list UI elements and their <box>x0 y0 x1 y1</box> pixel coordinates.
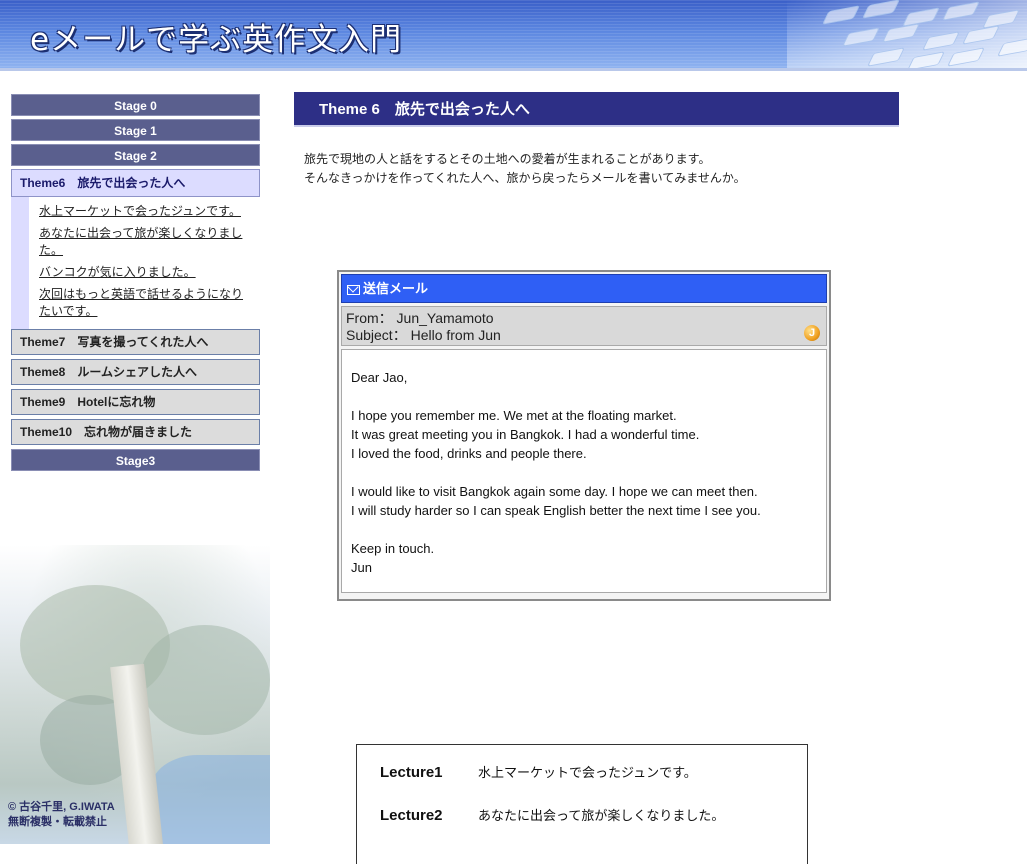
email-line: I loved the food, drinks and people ther… <box>351 446 587 461</box>
email-line: I will study harder so I can speak Engli… <box>351 503 761 518</box>
email-line: I hope you remember me. We met at the fl… <box>351 408 677 423</box>
keyboard-decoration <box>787 0 1027 68</box>
nav-theme-7[interactable]: Theme7 写真を撮ってくれた人へ <box>11 329 260 355</box>
email-greeting: Dear Jao, <box>351 370 408 385</box>
sent-email-window: 送信メール From： Jun_Yamamoto Subject： Hello … <box>337 270 831 601</box>
nav-stage-1[interactable]: Stage 1 <box>11 119 260 141</box>
site-title[interactable]: eメールで学ぶ英作文入門 <box>30 14 402 59</box>
nav-stage-0[interactable]: Stage 0 <box>11 94 260 116</box>
nav-lecture-2[interactable]: あなたに出会って旅が楽しくなりました。 <box>39 225 252 259</box>
nav-lecture-4[interactable]: 次回はもっと英語で話せるようになりたいです。 <box>39 286 252 320</box>
lecture-index-box: Lecture1 水上マーケットで会ったジュンです。 Lecture2 あなたに出会… <box>356 744 808 864</box>
email-subject: Subject： Hello from Jun <box>346 327 501 343</box>
sender-avatar-icon: J <box>804 325 820 341</box>
nav-lecture-1[interactable]: 水上マーケットで会ったジュンです。 <box>39 203 252 220</box>
theme-6-lecture-list: 水上マーケットで会ったジュンです。 あなたに出会って旅が楽しくなりました。 バン… <box>11 197 260 329</box>
lecture-label: Lecture1 <box>380 764 443 781</box>
nav-theme-8[interactable]: Theme8 ルームシェアした人へ <box>11 359 260 385</box>
nav-stage-2[interactable]: Stage 2 <box>11 144 260 166</box>
envelope-icon <box>347 284 360 295</box>
site-header: eメールで学ぶ英作文入門 <box>0 0 1027 68</box>
email-signature: Jun <box>351 560 372 575</box>
nav-lecture-3[interactable]: バンコクが気に入りました。 <box>39 264 252 281</box>
sidebar-nav: Stage 0 Stage 1 Stage 2 Theme6 旅先で出会った人へ… <box>11 94 260 474</box>
intro-text: 旅先で現地の人と話をするとその土地への愛着が生まれることがあります。 そんなきっ… <box>304 150 904 188</box>
header-divider <box>0 68 1027 71</box>
intro-line-1: 旅先で現地の人と話をするとその土地への愛着が生まれることがあります。 <box>304 152 711 166</box>
lecture-label: Lecture2 <box>380 807 443 824</box>
nav-theme-10[interactable]: Theme10 忘れ物が届きました <box>11 419 260 445</box>
email-line: I would like to visit Bangkok again some… <box>351 484 758 499</box>
email-headers: From： Jun_Yamamoto Subject： Hello from J… <box>341 306 827 346</box>
lecture-title[interactable]: あなたに出会って旅が楽しくなりました。 <box>478 809 724 824</box>
copyright-authors: © 古谷千里, G.IWATA <box>8 801 115 813</box>
intro-line-2: そんなきっかけを作ってくれた人へ、旅から戻ったらメールを書いてみませんか。 <box>304 171 746 185</box>
copyright-restriction: 無断複製・転載禁止 <box>8 816 107 828</box>
email-titlebar: 送信メール <box>341 274 827 303</box>
email-body: Dear Jao, I hope you remember me. We met… <box>341 349 827 593</box>
nav-theme-9[interactable]: Theme9 Hotelに忘れ物 <box>11 389 260 415</box>
email-titlebar-label: 送信メール <box>363 281 429 296</box>
lecture-row-2[interactable]: Lecture2 あなたに出会って旅が楽しくなりました。 <box>357 802 807 845</box>
copyright-notice: © 古谷千里, G.IWATA 無断複製・転載禁止 <box>8 800 115 830</box>
nav-theme-6-active[interactable]: Theme6 旅先で出会った人へ <box>11 169 260 197</box>
email-line: It was great meeting you in Bangkok. I h… <box>351 427 700 442</box>
lecture-title[interactable]: 水上マーケットで会ったジュンです。 <box>478 766 697 781</box>
theme-heading: Theme 6 旅先で出会った人へ <box>294 92 899 127</box>
lecture-row-1[interactable]: Lecture1 水上マーケットで会ったジュンです。 <box>357 759 807 802</box>
email-closing: Keep in touch. <box>351 541 435 556</box>
nav-stage-3[interactable]: Stage3 <box>11 449 260 471</box>
email-from: From： Jun_Yamamoto <box>346 310 494 326</box>
